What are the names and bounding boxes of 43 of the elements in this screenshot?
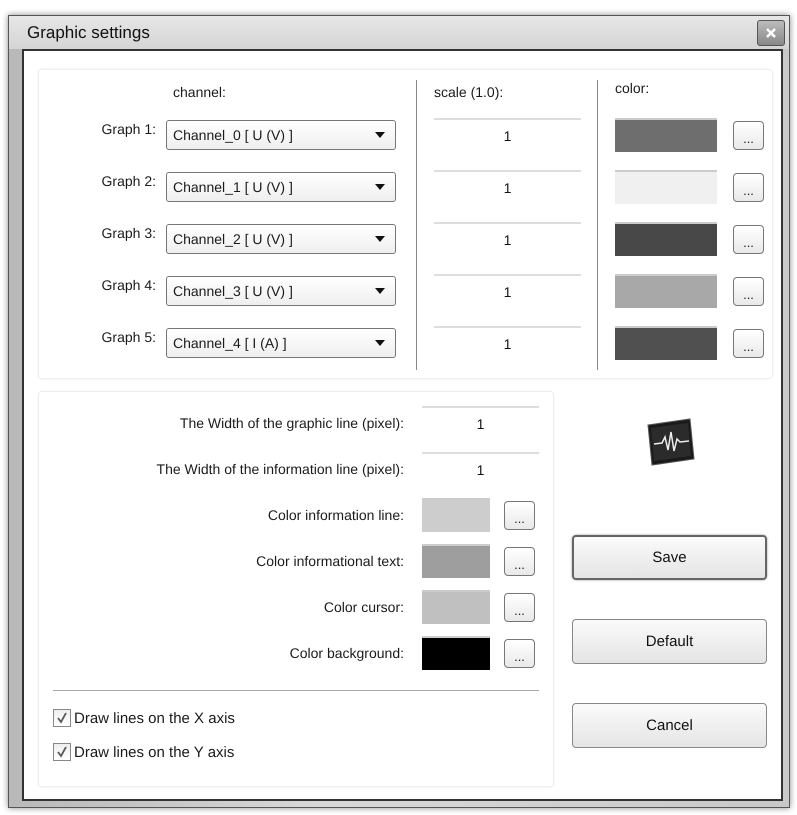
color-picker-button[interactable]: ... [733, 172, 764, 202]
checkbox[interactable] [53, 743, 71, 761]
color-picker-button[interactable]: ... [504, 638, 535, 668]
close-button[interactable] [757, 20, 785, 46]
cancel-button[interactable]: Cancel [572, 703, 767, 748]
color-picker-button[interactable]: ... [504, 592, 535, 622]
caret-icon [375, 340, 385, 346]
setting-label: Color cursor: [322, 599, 404, 615]
color-picker-button[interactable]: ... [504, 500, 535, 530]
color-picker-button[interactable]: ... [733, 276, 764, 306]
color-picker-button[interactable]: ... [733, 120, 764, 150]
caret-icon [375, 236, 385, 242]
color-picker-button[interactable]: ... [733, 328, 764, 358]
graph-label: Graph 2: [100, 172, 156, 189]
channel-dropdown[interactable]: Channel_4 [ I (A) ] [166, 328, 396, 358]
channel-dropdown[interactable]: Channel_1 [ U (V) ] [166, 172, 396, 202]
setting-label: The Width of the graphic line (pixel): [178, 415, 404, 431]
column-header: scale (1.0): [434, 84, 504, 100]
caret-icon [375, 132, 385, 138]
channel-dropdown[interactable]: Channel_3 [ U (V) ] [166, 276, 396, 306]
caret-icon [375, 184, 385, 190]
checkbox-label: Draw lines on the Y axis [74, 744, 234, 760]
graph-label: Graph 3: [100, 224, 156, 241]
graph-label: Graph 1: [100, 120, 156, 137]
color-picker-button[interactable]: ... [504, 546, 535, 576]
save-button[interactable]: Save [572, 535, 767, 580]
caret-icon [375, 288, 385, 294]
column-header: channel: [172, 84, 227, 100]
color-picker-button[interactable]: ... [733, 224, 764, 254]
setting-label: Color background: [288, 645, 404, 661]
window-title: Graphic settings [27, 22, 150, 42]
graph-label: Graph 4: [100, 276, 156, 293]
channel-dropdown[interactable]: Channel_0 [ U (V) ] [166, 120, 396, 150]
setting-label: Color informational text: [255, 553, 404, 569]
checkbox[interactable] [53, 709, 71, 727]
checkbox-label: Draw lines on the X axis [74, 710, 235, 726]
setting-label: The Width of the information line (pixel): [156, 461, 404, 477]
column-header: color: [615, 80, 650, 96]
graph-label: Graph 5: [100, 328, 156, 345]
default-button[interactable]: Default [572, 619, 767, 664]
channel-dropdown[interactable]: Channel_2 [ U (V) ] [166, 224, 396, 254]
close-icon [765, 28, 777, 38]
setting-label: Color information line: [266, 507, 404, 523]
